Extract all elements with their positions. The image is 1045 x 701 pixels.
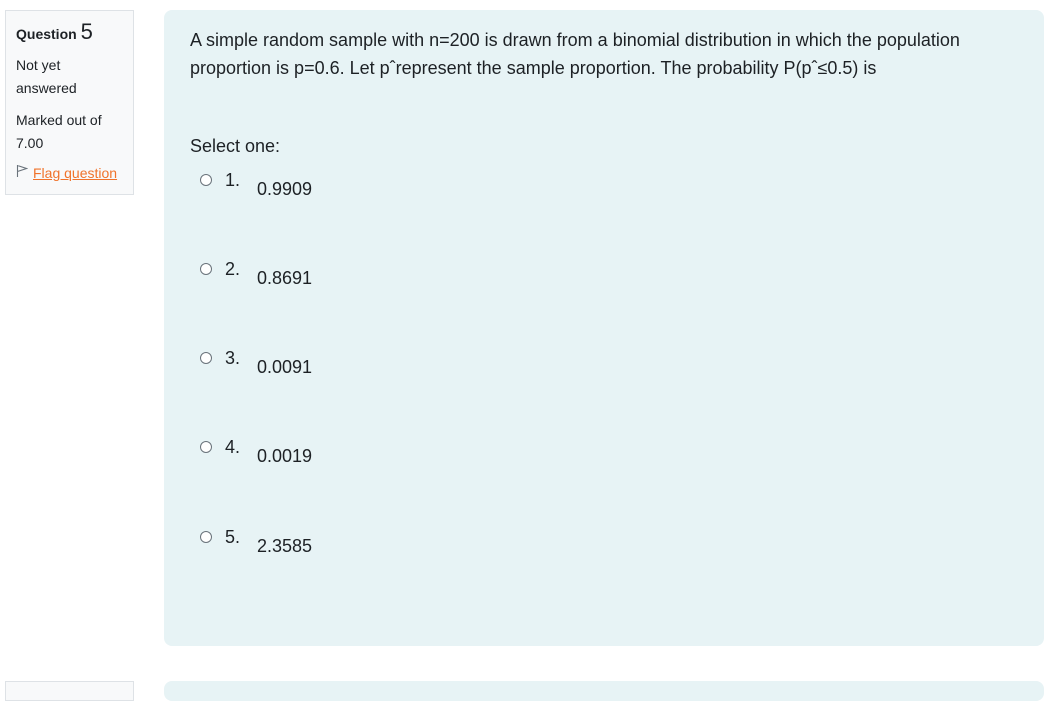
question-state: Not yet answered (16, 57, 77, 96)
radio-option-4[interactable] (200, 441, 212, 453)
answer-option-5[interactable]: 5. 2.3585 (200, 527, 312, 557)
option-value: 0.9909 (257, 179, 313, 199)
radio-option-3[interactable] (200, 352, 212, 364)
answer-option-1[interactable]: 1. 0.9909 (200, 170, 312, 200)
radio-option-2[interactable] (200, 263, 212, 275)
radio-option-1[interactable] (200, 174, 212, 186)
question-grade: Marked out of 7.00 (16, 112, 102, 151)
option-value: 2.3585 (257, 536, 313, 556)
question-content: A simple random sample with n=200 is dra… (164, 10, 1044, 646)
select-one-prompt: Select one: (190, 136, 281, 156)
question-info-panel: Question 5 Not yet answered Marked out o… (5, 10, 134, 195)
option-value: 0.8691 (257, 268, 313, 288)
question-number-heading: Question 5 (16, 19, 123, 45)
option-value: 0.0019 (257, 446, 313, 466)
flag-icon (16, 164, 29, 181)
answer-option-3[interactable]: 3. 0.0091 (200, 348, 312, 378)
option-number: 5. (225, 527, 241, 547)
option-value: 0.0091 (257, 357, 313, 377)
radio-option-5[interactable] (200, 531, 212, 543)
option-number: 1. (225, 170, 241, 190)
flag-question[interactable]: Flag question (16, 164, 123, 181)
answer-option-2[interactable]: 2. 0.8691 (200, 259, 312, 289)
option-number: 2. (225, 259, 241, 279)
option-number: 3. (225, 348, 241, 368)
answer-option-4[interactable]: 4. 0.0019 (200, 437, 312, 467)
question-label: Question (16, 26, 77, 42)
next-question-content (164, 681, 1044, 701)
option-number: 4. (225, 437, 241, 457)
question-number: 5 (80, 19, 93, 44)
question-text: A simple random sample with n=200 is dra… (190, 30, 960, 78)
flag-question-link[interactable]: Flag question (33, 165, 117, 181)
next-question-info-panel (5, 681, 134, 701)
